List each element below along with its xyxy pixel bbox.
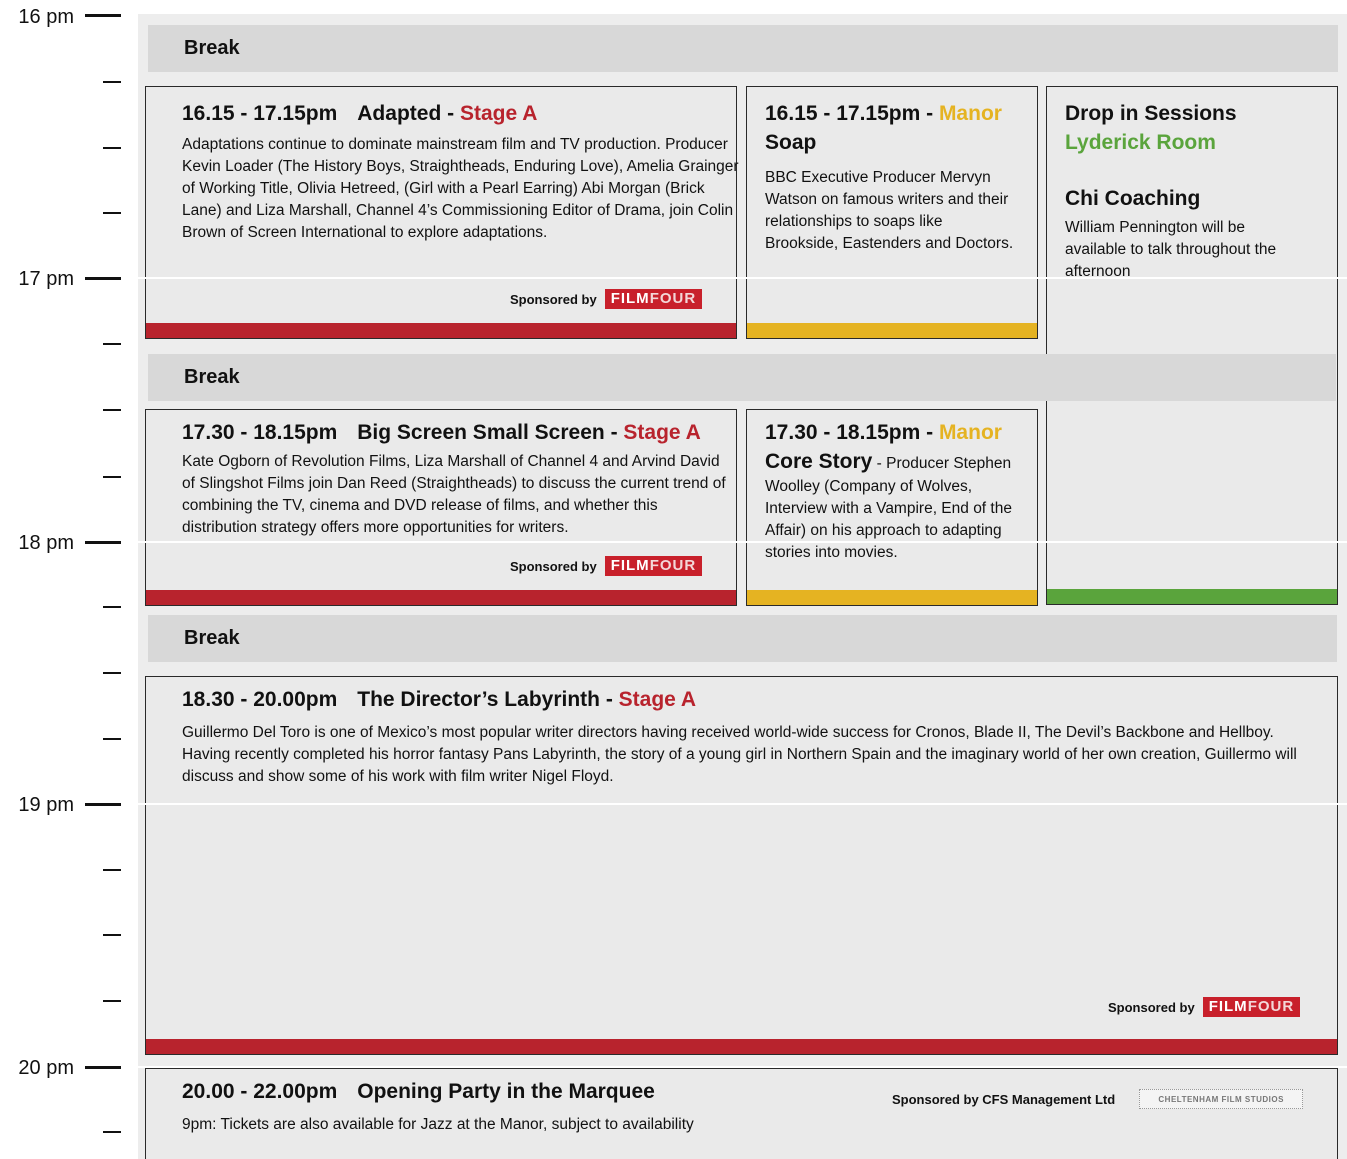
session-core-story[interactable]: 17.30 - 18.15pm - Manor Core Story - Pro… — [746, 409, 1038, 606]
venue-label: Stage A — [618, 688, 697, 711]
venue-color-bar — [146, 590, 736, 605]
session-subtitle: Chi Coaching — [1065, 187, 1201, 210]
hour-gridline — [138, 541, 1347, 543]
hour-gridline — [138, 1066, 1347, 1068]
session-description: 9pm: Tickets are also available for Jazz… — [182, 1116, 694, 1133]
hour-label-16: 16 pm — [18, 6, 74, 28]
minor-tick — [103, 476, 121, 478]
minor-tick — [103, 672, 121, 674]
break-label: Break — [184, 366, 240, 388]
minor-tick — [103, 409, 121, 411]
minor-tick — [103, 869, 121, 871]
hour-tick — [85, 541, 121, 544]
sponsor-block: Sponsored by FILMFOUR — [510, 556, 703, 576]
minor-tick — [103, 1131, 121, 1133]
venue-label: Manor — [938, 102, 1002, 125]
hour-tick — [85, 1066, 121, 1069]
minor-tick — [103, 606, 121, 608]
filmfour-logo: FILMFOUR — [604, 289, 703, 309]
minor-tick — [103, 934, 121, 936]
session-description: BBC Executive Producer Mervyn Watson on … — [765, 169, 1014, 252]
sponsor-block: Sponsored by FILMFOUR — [510, 289, 703, 309]
minor-tick — [103, 343, 121, 345]
break-label: Break — [184, 627, 240, 649]
session-title: 17.30 - 18.15pm - Manor — [765, 421, 1002, 444]
session-description: Core Story - Producer Stephen Woolley (C… — [765, 450, 1012, 561]
session-description: Adaptations continue to dominate mainstr… — [182, 136, 739, 241]
venue-color-bar — [1047, 589, 1337, 604]
session-title: 16.15 - 17.15pm - Manor Soap — [765, 102, 1002, 154]
break-row: Break — [148, 25, 1338, 72]
session-title: 16.15 - 17.15pm Adapted - Stage A — [182, 102, 538, 125]
break-row: Break — [148, 354, 1336, 401]
hour-tick — [85, 277, 121, 280]
sponsor-block: Sponsored by CFS Management Ltd CHELTENH… — [892, 1089, 1304, 1109]
minor-tick — [103, 147, 121, 149]
minor-tick — [103, 738, 121, 740]
hour-gridline — [138, 277, 1347, 279]
hour-label-19: 19 pm — [18, 794, 74, 816]
break-row: Break — [148, 615, 1337, 662]
session-drop-in[interactable]: Drop in Sessions Lyderick Room Chi Coach… — [1046, 86, 1338, 605]
venue-color-bar — [146, 323, 736, 338]
venue-color-bar — [747, 323, 1037, 338]
venue-label: Stage A — [459, 102, 538, 125]
venue-label: Manor — [938, 421, 1002, 444]
venue-label: Stage A — [623, 421, 701, 444]
session-title: Drop in Sessions — [1065, 102, 1237, 125]
minor-tick — [103, 81, 121, 83]
session-description: Kate Ogborn of Revolution Films, Liza Ma… — [182, 453, 726, 536]
hour-label-18: 18 pm — [18, 532, 74, 554]
sponsor-block: Sponsored by FILMFOUR — [1108, 997, 1301, 1017]
venue-label: Lyderick Room — [1065, 131, 1216, 154]
session-description: William Pennington will be available to … — [1065, 219, 1277, 280]
filmfour-logo: FILMFOUR — [604, 556, 703, 576]
hour-label-17: 17 pm — [18, 268, 74, 290]
session-big-screen-small-screen[interactable]: 17.30 - 18.15pm Big Screen Small Screen -… — [145, 409, 737, 606]
cheltenham-film-studios-logo: CHELTENHAM FILM STUDIOS — [1139, 1089, 1304, 1109]
session-description: Guillermo Del Toro is one of Mexico’s mo… — [182, 724, 1297, 785]
filmfour-logo: FILMFOUR — [1202, 997, 1301, 1017]
session-title: 18.30 - 20.00pm The Director’s Labyrinth … — [182, 688, 697, 711]
session-title: 17.30 - 18.15pm Big Screen Small Screen -… — [182, 421, 701, 444]
session-soap[interactable]: 16.15 - 17.15pm - Manor Soap BBC Executi… — [746, 86, 1038, 339]
minor-tick — [103, 212, 121, 214]
session-adapted[interactable]: 16.15 - 17.15pm Adapted - Stage A Adaptat… — [145, 86, 739, 339]
hour-label-20: 20 pm — [18, 1057, 74, 1079]
session-directors-labyrinth[interactable]: 18.30 - 20.00pm The Director’s Labyrinth … — [145, 676, 1338, 1055]
break-label: Break — [184, 37, 240, 59]
session-opening-party[interactable]: 20.00 - 22.00pm Opening Party in the Marq… — [145, 1068, 1338, 1159]
hour-gridline — [138, 803, 1347, 805]
minor-tick — [103, 1000, 121, 1002]
venue-color-bar — [146, 1039, 1337, 1054]
venue-color-bar — [747, 590, 1037, 605]
hour-tick — [85, 14, 121, 17]
hour-tick — [85, 803, 121, 806]
